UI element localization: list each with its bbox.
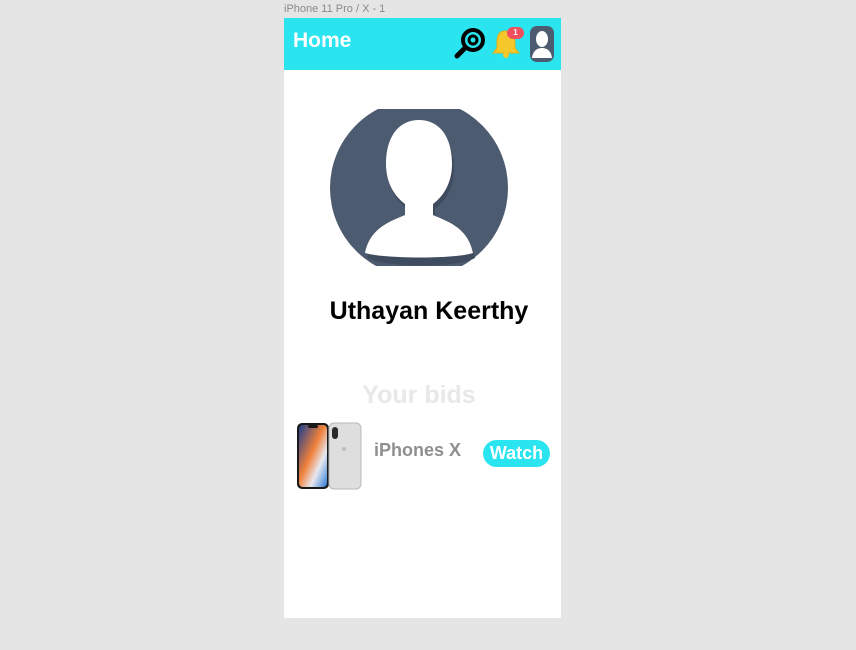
magnifier-icon: [454, 28, 485, 59]
page-title: Home: [293, 29, 352, 52]
profile-avatar: [330, 109, 508, 266]
notifications-button[interactable]: 1: [491, 26, 527, 60]
phone-screen: Home 1 Uthayan Keerthy Your bids iPhones…: [284, 18, 561, 618]
search-button[interactable]: [454, 26, 488, 60]
product-thumbnail: [296, 421, 362, 491]
notification-badge: 1: [507, 27, 524, 39]
person-silhouette-icon: [330, 109, 508, 266]
app-bar: Home 1: [284, 18, 561, 70]
user-avatar-icon: [530, 26, 554, 62]
profile-name: Uthayan Keerthy: [329, 297, 529, 325]
bids-section-title: Your bids: [362, 381, 476, 409]
product-name: iPhones X: [374, 440, 462, 460]
watch-button[interactable]: Watch: [483, 440, 550, 467]
bid-list-item: iPhones X Watch: [296, 421, 552, 491]
artboard-label: iPhone 11 Pro / X - 1: [284, 3, 386, 15]
account-avatar-button[interactable]: [530, 26, 554, 62]
iphone-x-image: [297, 422, 362, 490]
